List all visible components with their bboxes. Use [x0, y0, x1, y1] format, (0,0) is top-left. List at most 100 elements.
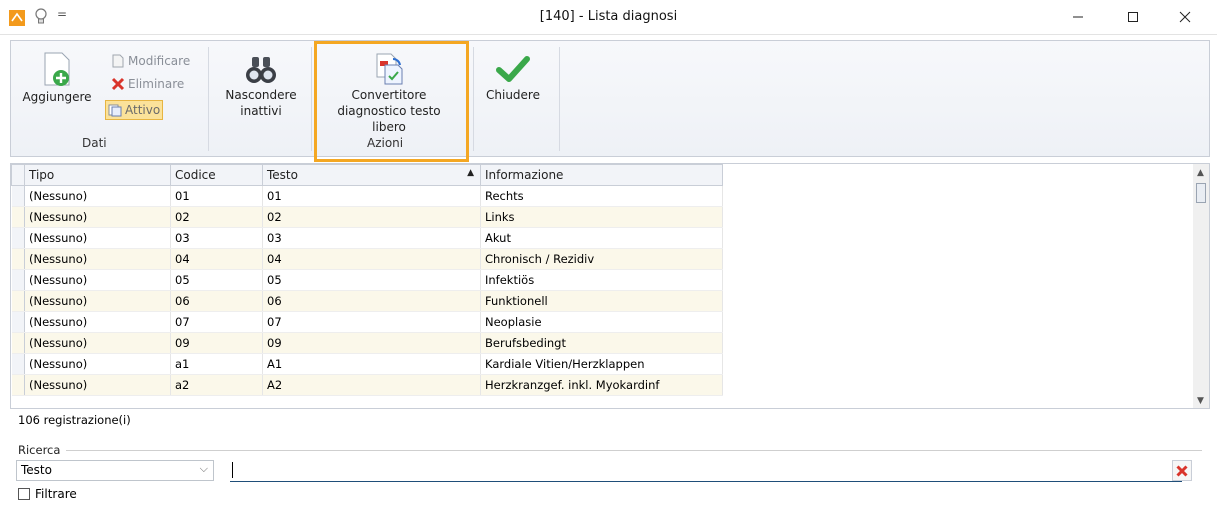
scroll-down-icon[interactable]: ▼	[1197, 396, 1204, 406]
row-indicator	[11, 311, 25, 333]
clear-icon	[1176, 464, 1188, 477]
cell-testo: 07	[262, 311, 481, 333]
highlight-frame	[314, 41, 469, 162]
cell-testo: 01	[262, 185, 481, 207]
group-label-dati: Dati	[82, 136, 107, 150]
table-row[interactable]: (Nessuno) 09 09 Berufsbedingt	[11, 332, 723, 354]
edit-button[interactable]: Modificare	[111, 53, 190, 69]
search-field-select[interactable]: Testo ⌵	[16, 460, 214, 481]
delete-button-label: Eliminare	[128, 77, 185, 91]
cell-tipo: (Nessuno)	[24, 353, 171, 375]
cell-informazione: Chronisch / Rezidiv	[480, 248, 723, 270]
scrollbar-thumb[interactable]	[1196, 183, 1206, 203]
cell-tipo: (Nessuno)	[24, 290, 171, 312]
search-input[interactable]	[230, 460, 1182, 482]
hide-inactive-label-line2: inattivi	[240, 104, 282, 118]
minimize-button[interactable]	[1055, 0, 1101, 34]
search-group-label: Ricerca	[18, 443, 61, 457]
cell-tipo: (Nessuno)	[24, 227, 171, 249]
cell-codice: 05	[170, 269, 263, 291]
filter-checkbox[interactable]	[18, 488, 30, 500]
table-header-row: Tipo Codice Testo ▲ Informazione	[11, 164, 723, 186]
binoculars-icon	[246, 57, 276, 83]
table-row[interactable]: (Nessuno) 03 03 Akut	[11, 227, 723, 249]
row-indicator	[11, 227, 25, 249]
edit-document-icon	[112, 54, 124, 68]
title-bar: = [140] - Lista diagnosi	[0, 0, 1217, 35]
cell-informazione: Links	[480, 206, 723, 228]
cell-informazione: Berufsbedingt	[480, 332, 723, 354]
cell-informazione: Neoplasie	[480, 311, 723, 333]
add-button-label: Aggiungere	[22, 90, 92, 104]
diagnosis-grid: Tipo Codice Testo ▲ Informazione (Nessuno…	[10, 163, 1210, 409]
row-indicator	[11, 332, 25, 354]
clear-search-button[interactable]	[1172, 460, 1192, 481]
scroll-up-icon[interactable]: ▲	[1197, 168, 1204, 178]
filter-label: Filtrare	[35, 487, 77, 501]
cell-testo: 04	[262, 248, 481, 270]
delete-button[interactable]: Eliminare	[111, 76, 184, 92]
cell-codice: 02	[170, 206, 263, 228]
cell-codice: a2	[170, 374, 263, 396]
table-row[interactable]: (Nessuno) a2 A2 Herzkranzgef. inkl. Myokard…	[11, 374, 723, 396]
add-document-icon	[44, 52, 70, 86]
table-row[interactable]: (Nessuno) 05 05 Infektiös	[11, 269, 723, 291]
column-header-codice[interactable]: Codice	[170, 164, 263, 186]
cell-tipo: (Nessuno)	[24, 374, 171, 396]
row-indicator	[11, 374, 25, 396]
table-row[interactable]: (Nessuno) a1 A1 Kardiale Vitien/Herzklappen	[11, 353, 723, 375]
chevron-down-icon: ⌵	[199, 462, 208, 475]
cell-informazione: Rechts	[480, 185, 723, 207]
cell-codice: 07	[170, 311, 263, 333]
row-indicator	[11, 185, 25, 207]
cell-testo: 09	[262, 332, 481, 354]
close-icon	[1179, 11, 1191, 23]
cell-codice: 06	[170, 290, 263, 312]
add-button[interactable]: Aggiungere	[19, 51, 95, 105]
column-header-testo[interactable]: Testo ▲	[262, 164, 481, 186]
cell-informazione: Kardiale Vitien/Herzklappen	[480, 353, 723, 375]
edit-button-label: Modificare	[128, 54, 191, 68]
table-row[interactable]: (Nessuno) 06 06 Funktionell	[11, 290, 723, 312]
cell-testo: A2	[262, 374, 481, 396]
table-row[interactable]: (Nessuno) 01 01 Rechts	[11, 185, 723, 207]
hide-inactive-button[interactable]: Nascondere inattivi	[221, 51, 301, 119]
active-records-icon	[108, 104, 122, 117]
delete-icon	[111, 77, 125, 91]
cell-informazione: Infektiös	[480, 269, 723, 291]
group-separator	[473, 47, 474, 151]
cell-testo: 02	[262, 206, 481, 228]
cell-tipo: (Nessuno)	[24, 332, 171, 354]
active-toggle-button[interactable]: Attivo	[105, 100, 164, 120]
maximize-button[interactable]	[1110, 0, 1156, 34]
search-field-selected: Testo	[21, 463, 52, 477]
table-row[interactable]: (Nessuno) 04 04 Chronisch / Rezidiv	[11, 248, 723, 270]
cell-codice: 09	[170, 332, 263, 354]
cell-informazione: Akut	[480, 227, 723, 249]
cell-codice: 01	[170, 185, 263, 207]
vertical-scrollbar[interactable]: ▲ ▼	[1193, 164, 1209, 408]
record-count: 106 registrazione(i)	[18, 413, 131, 427]
row-indicator-header	[11, 164, 25, 186]
column-header-tipo[interactable]: Tipo	[24, 164, 171, 186]
cell-testo: A1	[262, 353, 481, 375]
column-header-informazione[interactable]: Informazione	[480, 164, 723, 186]
cell-tipo: (Nessuno)	[24, 311, 171, 333]
close-window-button[interactable]	[1162, 0, 1208, 34]
table-row[interactable]: (Nessuno) 02 02 Links	[11, 206, 723, 228]
cell-testo: 05	[262, 269, 481, 291]
row-indicator	[11, 290, 25, 312]
text-caret	[232, 462, 233, 478]
maximize-icon	[1128, 12, 1138, 22]
cell-informazione: Herzkranzgef. inkl. Myokardinf	[480, 374, 723, 396]
group-separator	[559, 47, 560, 151]
diagnosis-table: Tipo Codice Testo ▲ Informazione (Nessuno…	[11, 164, 723, 396]
cell-codice: 03	[170, 227, 263, 249]
sort-ascending-icon: ▲	[467, 168, 474, 178]
row-indicator	[11, 206, 25, 228]
group-separator	[208, 47, 209, 151]
close-list-button[interactable]: Chiudere	[483, 51, 543, 103]
table-row[interactable]: (Nessuno) 07 07 Neoplasie	[11, 311, 723, 333]
cell-tipo: (Nessuno)	[24, 206, 171, 228]
cell-codice: 04	[170, 248, 263, 270]
